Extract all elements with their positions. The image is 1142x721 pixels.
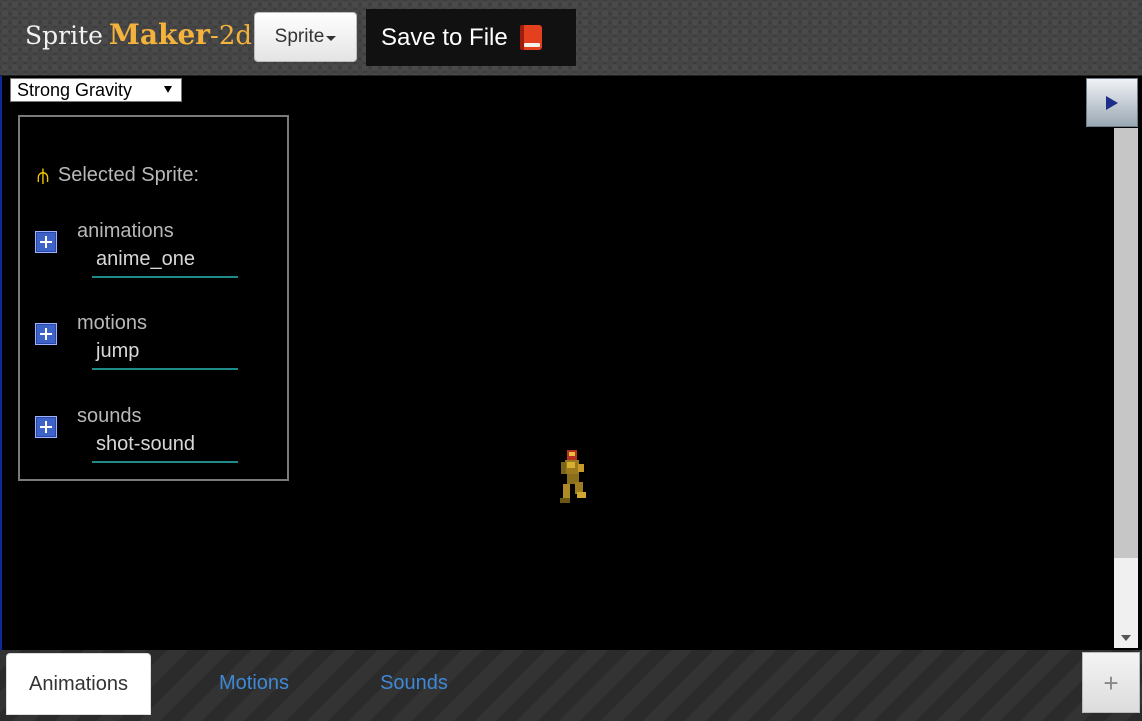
caret-down-icon: [326, 36, 337, 41]
game-canvas[interactable]: Strong Gravity ⫛ Selected Sprite: animat…: [0, 76, 1142, 650]
brand-maker-text: Maker: [108, 18, 211, 51]
sprite-menu-label: Sprite: [274, 26, 325, 47]
vertical-scrollbar[interactable]: [1114, 128, 1138, 648]
motions-row: motions jump: [35, 312, 265, 376]
tab-motions[interactable]: Motions: [196, 653, 312, 713]
add-tab-button[interactable]: +: [1082, 652, 1140, 713]
selected-sprite-panel: ⫛ Selected Sprite: animations anime_one …: [18, 115, 289, 481]
animations-row: animations anime_one: [35, 220, 265, 284]
tab-animations-label: Animations: [29, 672, 128, 695]
expand-sounds-plus-icon[interactable]: [35, 416, 57, 438]
tab-sounds-label: Sounds: [380, 671, 448, 694]
bottom-tab-bar: Animations Motions Sounds +: [0, 650, 1142, 721]
animations-input[interactable]: anime_one: [92, 248, 238, 278]
sounds-label: sounds: [77, 405, 142, 427]
panel-title: Selected Sprite:: [57, 164, 200, 186]
app-logo: Sprite Maker-2d: [25, 18, 252, 51]
left-edge-divider: [0, 76, 2, 650]
sprite-character[interactable]: [557, 448, 589, 508]
gravity-select[interactable]: Strong Gravity: [10, 78, 182, 102]
add-tab-plus-icon: +: [1103, 667, 1119, 698]
animations-label: animations: [77, 220, 174, 242]
scrollbar-thumb[interactable]: [1114, 128, 1138, 558]
expand-animations-plus-icon[interactable]: [35, 231, 57, 253]
panel-header: ⫛ Selected Sprite:: [37, 164, 199, 187]
top-toolbar: Sprite Maker-2d Sprite Save to File: [0, 0, 1142, 76]
sprite-maker-app: Sprite Maker-2d Sprite Save to File Stron…: [0, 0, 1142, 721]
sounds-row: sounds shot-sound: [35, 405, 265, 469]
play-icon: [1106, 95, 1118, 110]
motions-label: motions: [77, 312, 148, 334]
sounds-input[interactable]: shot-sound: [92, 433, 238, 463]
expand-motions-plus-icon[interactable]: [35, 323, 57, 345]
trident-icon: ⫛: [37, 164, 49, 187]
save-to-file-label: Save to File: [381, 23, 508, 51]
scroll-down-arrow-icon[interactable]: [1121, 635, 1131, 641]
save-to-file-button[interactable]: Save to File: [366, 9, 576, 66]
sprite-menu-button[interactable]: Sprite: [254, 12, 357, 62]
tab-motions-label: Motions: [218, 671, 290, 694]
dropdown-arrow-icon: [164, 86, 172, 93]
run-button[interactable]: [1086, 78, 1138, 127]
tab-animations[interactable]: Animations: [6, 653, 151, 715]
gravity-select-value: Strong Gravity: [17, 79, 133, 100]
brand-2d-text: -2d: [210, 21, 253, 51]
book-icon: [519, 25, 542, 50]
brand-sprite-text: Sprite: [25, 21, 103, 50]
tab-sounds[interactable]: Sounds: [356, 653, 472, 713]
motions-input[interactable]: jump: [92, 340, 238, 370]
